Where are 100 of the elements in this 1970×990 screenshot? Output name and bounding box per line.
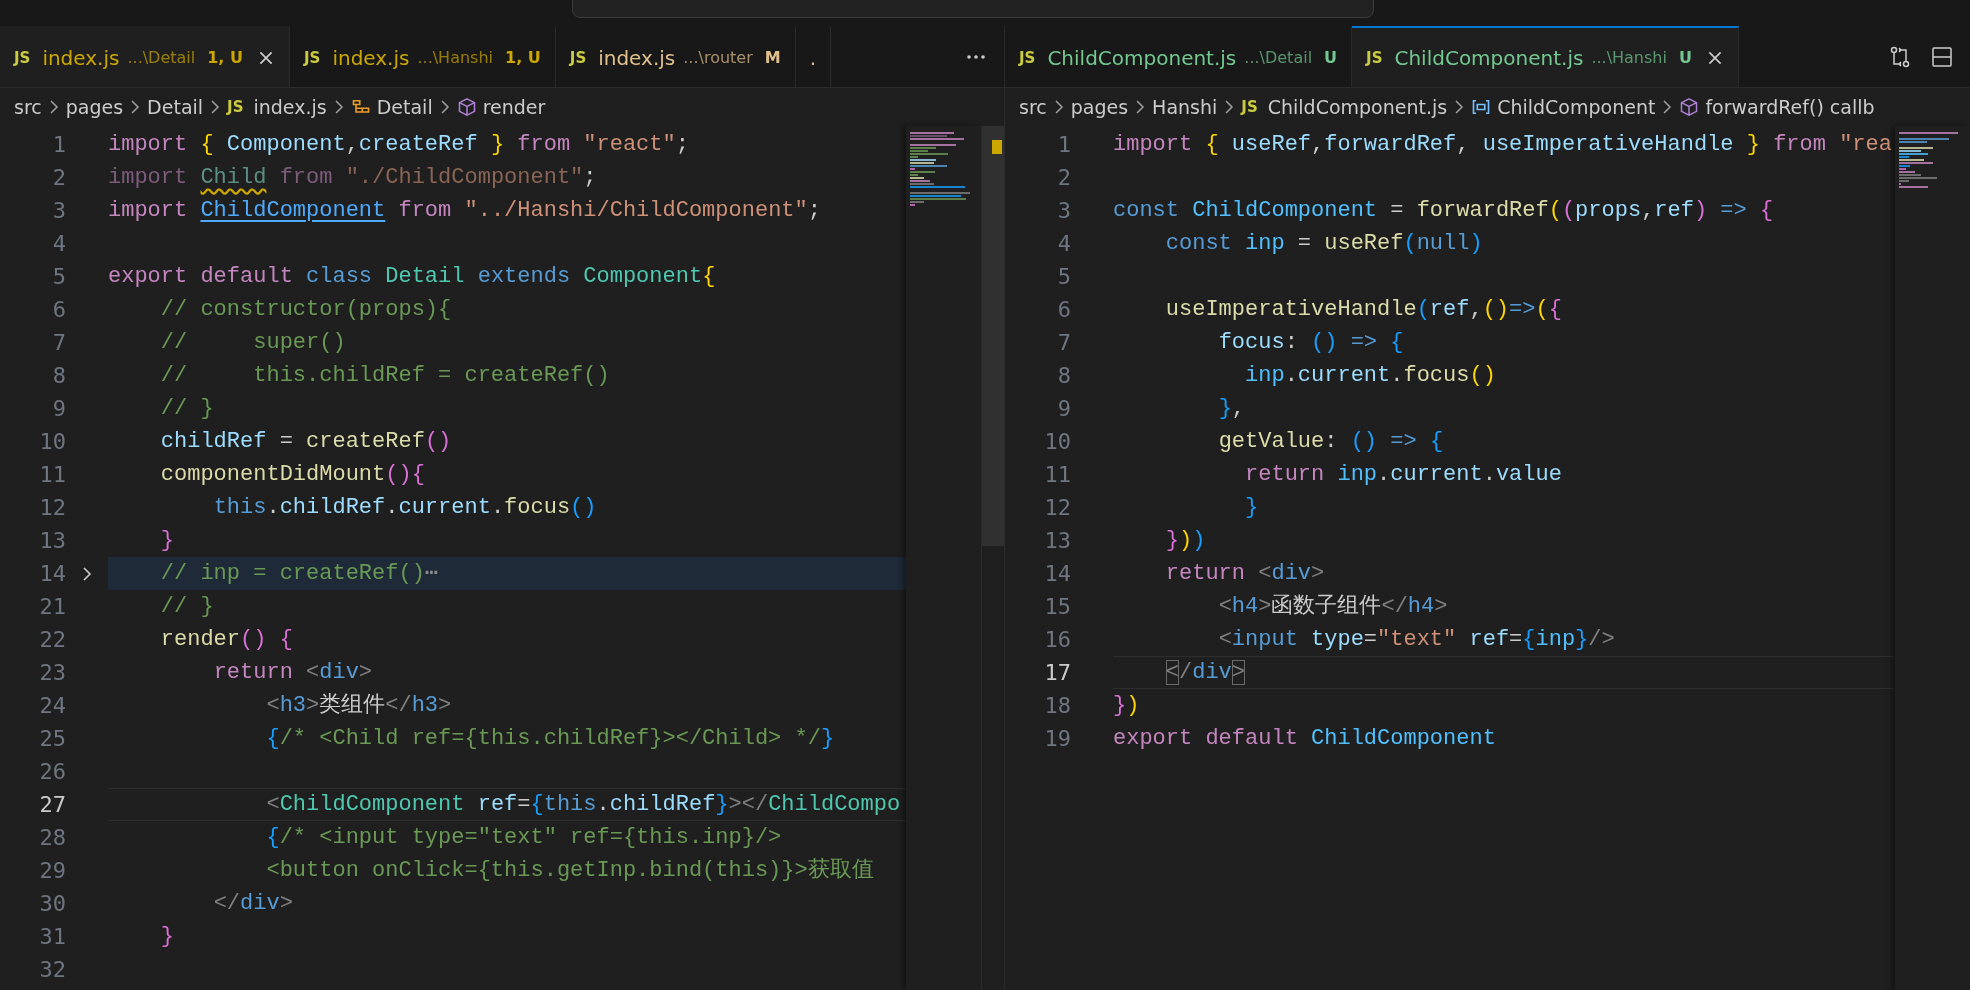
line-number: 10 xyxy=(1043,428,1071,456)
line-number: 6 xyxy=(1056,296,1071,324)
code-line: return inp.current.value xyxy=(1244,461,1563,489)
line-number: 18 xyxy=(1043,692,1071,720)
scrollbar[interactable] xyxy=(981,126,1004,990)
code-line: // } xyxy=(159,395,215,423)
code-line: const inp = useRef(null) xyxy=(1164,230,1484,258)
line-number: 7 xyxy=(1056,329,1071,357)
line-number: 29 xyxy=(38,857,66,885)
breadcrumb-item[interactable]: Hanshi xyxy=(1152,96,1218,118)
line-number: 13 xyxy=(1043,527,1071,555)
line-number: 9 xyxy=(51,395,66,423)
chevron-icon xyxy=(1134,100,1147,114)
line-number: 16 xyxy=(1043,626,1071,654)
code-line: focus: () => { xyxy=(1217,329,1405,357)
code-line: const ChildComponent = forwardRef((props,ref) => { xyxy=(1113,197,1775,225)
line-number: 12 xyxy=(38,494,66,522)
chevron-icon xyxy=(1052,100,1065,114)
code-line: render() { xyxy=(159,626,294,654)
code-line: export default class Detail extends Component{ xyxy=(108,263,717,291)
code-line: // this.childRef = createRef() xyxy=(159,362,611,390)
code-line: })) xyxy=(1164,527,1207,555)
line-number: 2 xyxy=(1056,164,1071,192)
code-line: import { Component,createRef } from "react"; xyxy=(108,131,690,159)
code-line: childRef = createRef() xyxy=(159,428,453,456)
line-number: 2 xyxy=(51,164,66,192)
line-number: 5 xyxy=(51,263,66,291)
code-line: <input type="text" ref={inp}/> xyxy=(1217,626,1616,654)
line-number: 11 xyxy=(1043,461,1071,489)
code-line: return <div> xyxy=(1164,560,1326,588)
chevron-icon xyxy=(1223,100,1236,114)
code-line: } xyxy=(159,527,175,555)
line-number: 26 xyxy=(38,758,66,786)
breadcrumb-item[interactable]: forwardRef() callb xyxy=(1679,96,1875,118)
line-number: 19 xyxy=(1043,725,1071,753)
line-number: 28 xyxy=(38,824,66,852)
chevron-icon xyxy=(129,100,142,114)
line-number: 30 xyxy=(38,890,66,918)
cube-icon xyxy=(456,97,477,117)
breadcrumb-item[interactable]: pages xyxy=(65,96,124,118)
breadcrumb-item[interactable]: render xyxy=(456,96,546,118)
breadcrumb-item[interactable]: src xyxy=(1019,96,1047,118)
line-number: 5 xyxy=(1056,263,1071,291)
breadcrumb-item[interactable]: JS index.js xyxy=(227,96,327,118)
line-number: 11 xyxy=(38,461,66,489)
line-number: 10 xyxy=(38,428,66,456)
line-number: 8 xyxy=(1056,362,1071,390)
code-line: import ChildComponent from "../Hanshi/ChildComponent"; xyxy=(108,197,822,225)
code-line: getValue: () => { xyxy=(1217,428,1445,456)
breadcrumb-item[interactable]: pages xyxy=(1070,96,1129,118)
code-line: // } xyxy=(159,593,215,621)
line-number: 6 xyxy=(51,296,66,324)
chevron-icon xyxy=(47,100,60,114)
line-number: 12 xyxy=(1043,494,1071,522)
code-line: componentDidMount(){ xyxy=(159,461,426,489)
line-number: 4 xyxy=(1056,230,1071,258)
line-number: 9 xyxy=(1056,395,1071,423)
code-line: // super() xyxy=(159,329,347,357)
breadcrumb-item[interactable]: JS ChildComponent.js xyxy=(1241,96,1448,118)
cube-icon xyxy=(1679,97,1700,117)
chevron-icon xyxy=(332,100,345,114)
breadcrumb-item[interactable]: Detail xyxy=(350,96,433,118)
chevron-icon xyxy=(438,100,451,114)
line-number: 8 xyxy=(51,362,66,390)
code-line: inp.current.focus() xyxy=(1244,362,1497,390)
line-number: 1 xyxy=(51,131,66,159)
code-line: <h3>类组件</h3> xyxy=(265,692,453,720)
line-number: 13 xyxy=(38,527,66,555)
line-number: 31 xyxy=(38,923,66,951)
line-number: 1 xyxy=(1056,131,1071,159)
code-line: } xyxy=(1244,494,1260,522)
code-line: this.childRef.current.focus() xyxy=(212,494,598,522)
line-number: 17 xyxy=(1043,659,1071,687)
code-line: <ChildComponent ref={this.childRef}></ChildCompo xyxy=(108,788,906,821)
code-line: import { useRef,forwardRef, useImperativeHandle } from "rea xyxy=(1113,131,1893,159)
breadcrumb-item[interactable]: src xyxy=(14,96,42,118)
code-line: </div> xyxy=(1113,656,1895,689)
split-editor-icon[interactable] xyxy=(1930,44,1954,69)
breadcrumb-item[interactable]: ChildComponent xyxy=(1471,96,1656,118)
code-line: // constructor(props){ xyxy=(159,296,453,324)
code-line: {/* <Child ref={this.childRef}></Child> */} xyxy=(265,725,836,753)
editor-tab[interactable]: JS ChildComponent.js ...\Hanshi U xyxy=(1352,26,1739,87)
line-number: 4 xyxy=(51,230,66,258)
variable-icon xyxy=(1471,97,1492,117)
editor-tab[interactable]: JS index.js ...\Detail 1, U xyxy=(0,26,290,87)
code-line: useImperativeHandle(ref,()=>({ xyxy=(1164,296,1563,324)
chevron-icon xyxy=(1661,100,1674,114)
line-number: 15 xyxy=(1043,593,1071,621)
line-number: 32 xyxy=(38,956,66,984)
breadcrumb-item[interactable]: Detail xyxy=(147,96,204,118)
code-line: return <div> xyxy=(212,659,374,687)
code-line: import Child from "./ChildComponent"; xyxy=(108,164,598,192)
code-line: {/* <input type="text" ref={this.inp}/> xyxy=(265,824,783,852)
compare-changes-icon[interactable] xyxy=(1888,44,1912,69)
line-number: 7 xyxy=(51,329,66,357)
line-number: 24 xyxy=(38,692,66,720)
line-number: 14 xyxy=(1043,560,1071,588)
line-number: 14 xyxy=(38,560,66,588)
line-number: 23 xyxy=(38,659,66,687)
code-line: }, xyxy=(1217,395,1247,423)
